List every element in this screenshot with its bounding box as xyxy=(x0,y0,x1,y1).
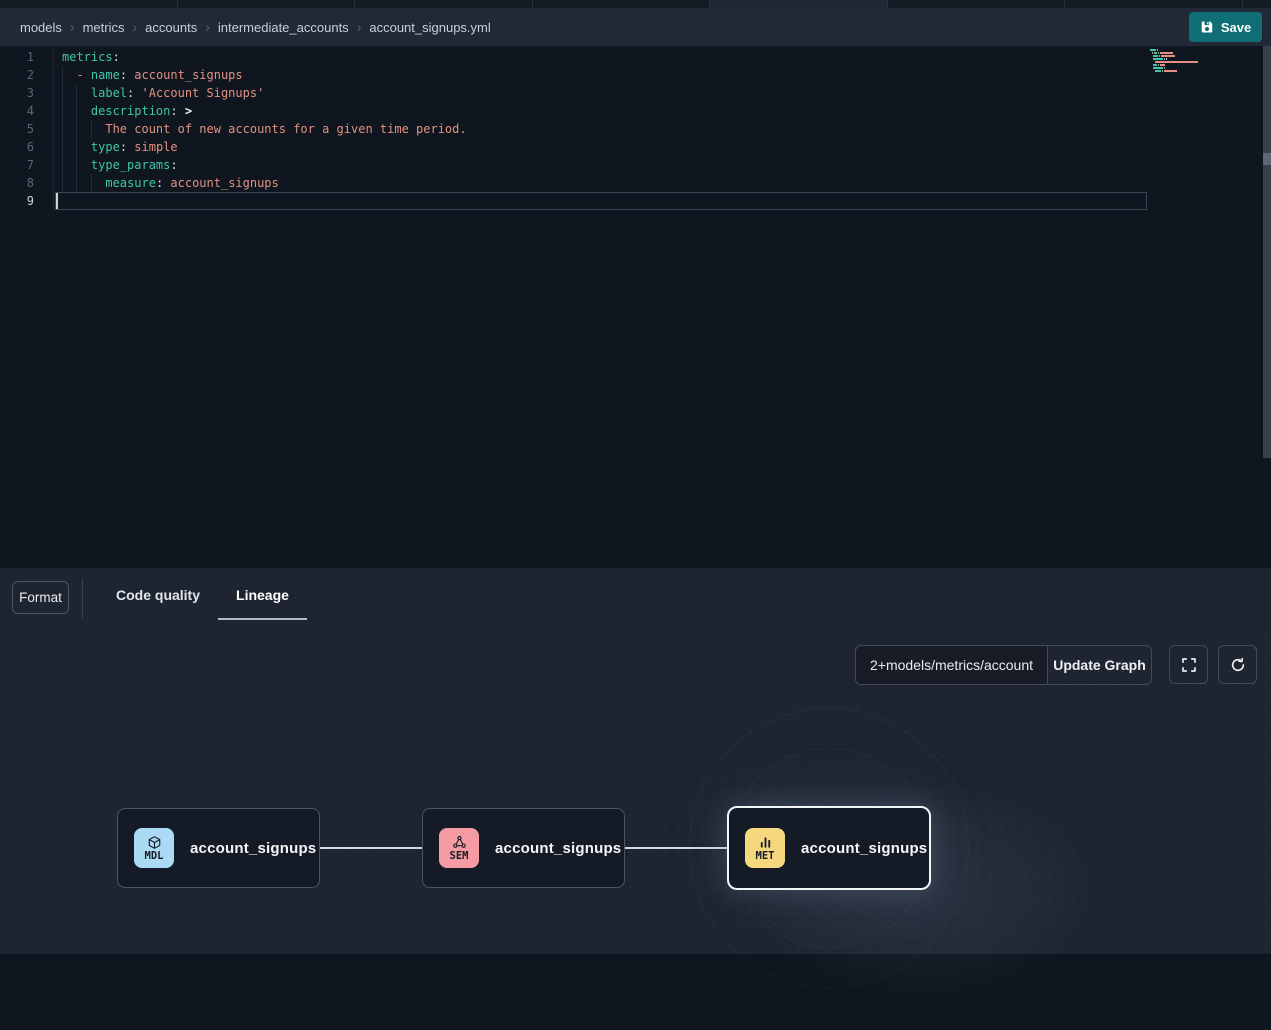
code-line-8[interactable]: 8 measure: account_signups xyxy=(0,174,1271,192)
code-editor[interactable]: 1metrics:2 - name: account_signups3 labe… xyxy=(0,46,1271,568)
fullscreen-button[interactable] xyxy=(1169,645,1208,684)
lineage-selector: Update Graph xyxy=(855,645,1152,685)
indent-guide xyxy=(62,138,63,156)
format-button[interactable]: Format xyxy=(12,581,69,614)
breadcrumb-chevron-icon: › xyxy=(357,20,362,34)
lineage-node-semantic-model[interactable]: SEM account_signups xyxy=(422,808,625,888)
indent-guide xyxy=(62,102,63,120)
indent-guide xyxy=(76,84,77,102)
line-number: 5 xyxy=(0,120,54,138)
lineage-node-metric[interactable]: MET account_signups xyxy=(727,806,931,890)
lineage-edge xyxy=(625,847,727,849)
line-number: 3 xyxy=(0,84,54,102)
lineage-controls: Update Graph xyxy=(855,645,1257,685)
indent-guide xyxy=(76,174,77,192)
metric-badge: MET xyxy=(745,828,785,868)
indent-guide xyxy=(62,174,63,192)
file-tab-2[interactable] xyxy=(355,0,533,8)
indent-guide xyxy=(76,156,77,174)
bottom-panel: Format Code quality Lineage MDL account_… xyxy=(0,568,1271,954)
file-tab-strip[interactable] xyxy=(0,0,1271,8)
breadcrumb-chevron-icon: › xyxy=(70,20,75,34)
line-number: 8 xyxy=(0,174,54,192)
line-number: 4 xyxy=(0,102,54,120)
indent-guide xyxy=(62,66,63,84)
semantic-model-badge: SEM xyxy=(439,828,479,868)
file-tab-4[interactable] xyxy=(710,0,888,8)
code-line-4[interactable]: 4 description: > xyxy=(0,102,1271,120)
badge-label: MET xyxy=(756,851,775,862)
line-number: 2 xyxy=(0,66,54,84)
line-number: 6 xyxy=(0,138,54,156)
code-line-9[interactable]: 9 xyxy=(0,192,1271,210)
code-line-2[interactable]: 2 - name: account_signups xyxy=(0,66,1271,84)
minimap[interactable] xyxy=(1150,49,1262,76)
node-label: account_signups xyxy=(495,840,621,857)
metric-icon xyxy=(758,835,773,850)
fullscreen-icon xyxy=(1181,657,1197,673)
editor-scrollbar[interactable] xyxy=(1263,46,1271,458)
indent-guide xyxy=(76,102,77,120)
tab-code-quality[interactable]: Code quality xyxy=(98,576,218,620)
badge-label: SEM xyxy=(450,851,469,862)
breadcrumb-chevron-icon: › xyxy=(205,20,210,34)
refresh-button[interactable] xyxy=(1218,645,1257,684)
indent-guide xyxy=(91,120,92,138)
line-number: 7 xyxy=(0,156,54,174)
file-tab-7[interactable] xyxy=(1243,0,1271,8)
file-tab-6[interactable] xyxy=(1065,0,1243,8)
code-line-7[interactable]: 7 type_params: xyxy=(0,156,1271,174)
breadcrumb-item: models xyxy=(20,20,62,35)
indent-guide xyxy=(62,84,63,102)
panel-tabs: Code quality Lineage xyxy=(98,576,307,620)
save-button-label: Save xyxy=(1221,20,1251,35)
save-floppy-icon xyxy=(1200,20,1214,34)
breadcrumb-chevron-icon: › xyxy=(132,20,137,34)
indent-guide xyxy=(76,120,77,138)
refresh-icon xyxy=(1230,657,1246,673)
file-tab-1[interactable] xyxy=(178,0,356,8)
lineage-selector-input[interactable] xyxy=(856,646,1047,684)
node-label: account_signups xyxy=(801,840,927,857)
panel-divider xyxy=(82,578,83,618)
badge-label: MDL xyxy=(145,851,164,862)
node-label: account_signups xyxy=(190,840,316,857)
file-tab-0[interactable] xyxy=(0,0,178,8)
breadcrumb-item: accounts xyxy=(145,20,197,35)
lineage-node-model[interactable]: MDL account_signups xyxy=(117,808,320,888)
editor-scrollbar-thumb[interactable] xyxy=(1263,153,1271,165)
selection-glow xyxy=(700,750,1140,1030)
code-line-6[interactable]: 6 type: simple xyxy=(0,138,1271,156)
breadcrumb-bar: models › metrics › accounts › intermediate_acc… xyxy=(0,8,1271,46)
code-line-5[interactable]: 5 The count of new accounts for a given … xyxy=(0,120,1271,138)
indent-guide xyxy=(62,156,63,174)
code-line-3[interactable]: 3 label: 'Account Signups' xyxy=(0,84,1271,102)
breadcrumb-item: metrics xyxy=(83,20,125,35)
update-graph-button[interactable]: Update Graph xyxy=(1047,646,1151,684)
indent-guide xyxy=(76,138,77,156)
semantic-model-icon xyxy=(452,835,467,850)
file-tab-3[interactable] xyxy=(533,0,711,8)
line-number: 1 xyxy=(0,48,54,66)
tab-lineage[interactable]: Lineage xyxy=(218,576,307,620)
indent-guide xyxy=(91,174,92,192)
breadcrumb-item: account_signups.yml xyxy=(369,20,490,35)
breadcrumb: models › metrics › accounts › intermediate_acc… xyxy=(20,8,491,46)
lineage-edge xyxy=(320,847,422,849)
model-badge: MDL xyxy=(134,828,174,868)
save-button[interactable]: Save xyxy=(1189,12,1262,42)
indent-guide xyxy=(62,120,63,138)
line-number: 9 xyxy=(0,192,54,210)
file-tab-5[interactable] xyxy=(888,0,1066,8)
cursor-line-box xyxy=(55,192,1147,210)
cube-icon xyxy=(147,835,162,850)
breadcrumb-item: intermediate_accounts xyxy=(218,20,349,35)
code-line-1[interactable]: 1metrics: xyxy=(0,48,1271,66)
code-lines[interactable]: 1metrics:2 - name: account_signups3 labe… xyxy=(0,48,1271,210)
